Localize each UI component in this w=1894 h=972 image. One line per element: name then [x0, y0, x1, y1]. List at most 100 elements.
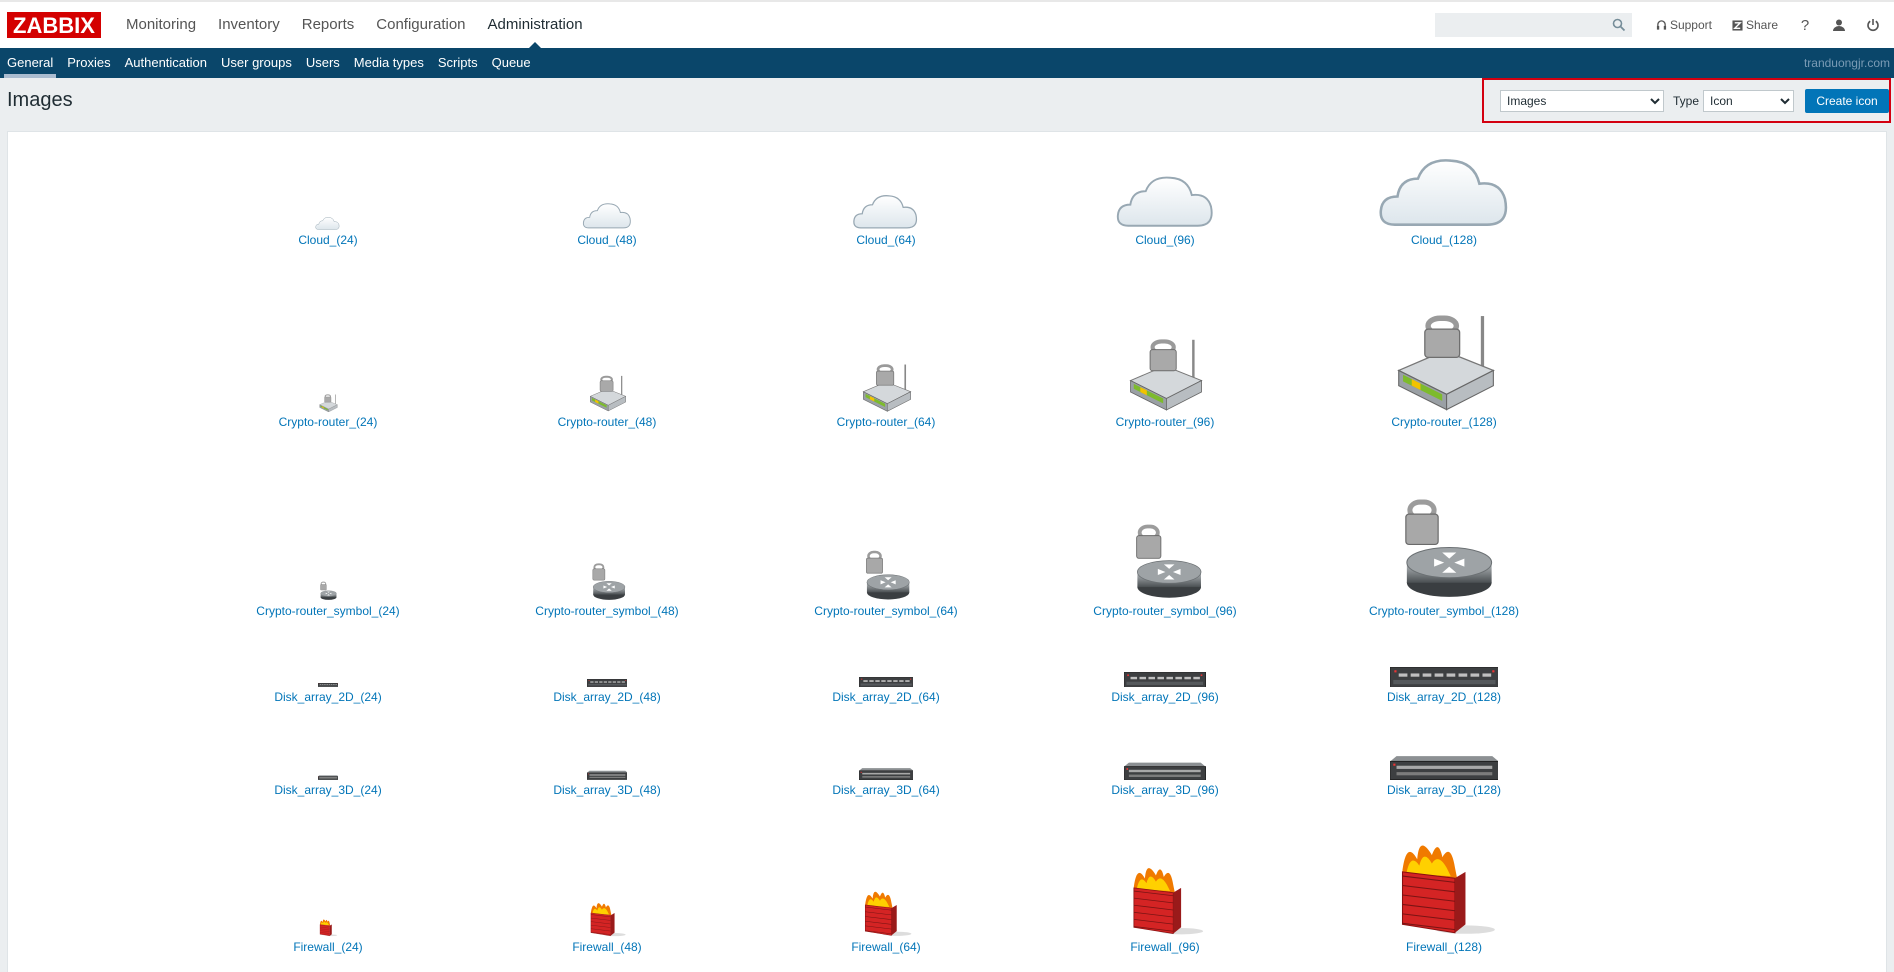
firewall-icon[interactable] — [751, 883, 1021, 937]
image-name-link[interactable]: Crypto-router_(64) — [837, 415, 936, 429]
create-icon-button[interactable]: Create icon — [1805, 88, 1890, 113]
zabbix-logo[interactable]: ZABBIX — [7, 12, 101, 38]
section-select[interactable]: Images — [1500, 89, 1664, 112]
image-name-link[interactable]: Disk_array_3D_(128) — [1387, 783, 1501, 797]
crypto-router-icon[interactable] — [1309, 303, 1579, 412]
firewall-icon[interactable] — [1030, 855, 1300, 937]
support-link[interactable]: Support — [1656, 18, 1712, 32]
crypto-router-symbol-icon[interactable] — [472, 560, 742, 601]
cloud-icon[interactable] — [1030, 148, 1300, 230]
image-name-link[interactable]: Cloud_(128) — [1411, 233, 1477, 247]
image-name-link[interactable]: Disk_array_2D_(64) — [832, 690, 939, 704]
user-profile-icon[interactable] — [1828, 14, 1850, 36]
menu-inventory[interactable]: Inventory — [207, 2, 291, 48]
cloud-icon[interactable] — [1309, 121, 1579, 230]
image-item-disk-array-2d-128: Disk_array_2D_(128) — [1309, 659, 1579, 704]
image-item-cloud-96: Cloud_(96) — [1030, 148, 1300, 247]
image-name-link[interactable]: Crypto-router_(24) — [279, 415, 378, 429]
image-name-link[interactable]: Disk_array_2D_(48) — [553, 690, 660, 704]
image-item-crypto-router-symbol-96: Crypto-router_symbol_(96) — [1030, 519, 1300, 618]
share-icon — [1732, 19, 1743, 31]
header-tools: Support Share ? — [1434, 2, 1894, 48]
crypto-router-symbol-icon[interactable] — [1309, 492, 1579, 601]
firewall-icon[interactable] — [1309, 828, 1579, 937]
help-icon[interactable]: ? — [1794, 14, 1816, 36]
image-name-link[interactable]: Cloud_(48) — [577, 233, 636, 247]
top-header: ZABBIX Monitoring Inventory Reports Conf… — [0, 0, 1894, 48]
firewall-icon[interactable] — [193, 917, 463, 937]
image-name-link[interactable]: Crypto-router_symbol_(24) — [256, 604, 399, 618]
sub-menu-queue[interactable]: Queue — [485, 48, 538, 78]
sign-out-icon[interactable] — [1862, 14, 1884, 36]
disk-array-3d-icon[interactable] — [193, 775, 463, 780]
image-name-link[interactable]: Crypto-router_symbol_(128) — [1369, 604, 1519, 618]
cloud-icon[interactable] — [751, 176, 1021, 230]
image-name-link[interactable]: Firewall_(64) — [851, 940, 920, 954]
disk-array-2d-icon[interactable] — [751, 673, 1021, 687]
image-item-disk-array-2d-24: Disk_array_2D_(24) — [193, 682, 463, 704]
sub-menu-authentication[interactable]: Authentication — [118, 48, 214, 78]
image-name-link[interactable]: Firewall_(128) — [1406, 940, 1482, 954]
cloud-icon[interactable] — [193, 210, 463, 230]
crypto-router-icon[interactable] — [751, 358, 1021, 412]
menu-configuration[interactable]: Configuration — [365, 2, 476, 48]
image-name-link[interactable]: Disk_array_2D_(24) — [274, 690, 381, 704]
crypto-router-icon[interactable] — [193, 392, 463, 412]
image-name-link[interactable]: Cloud_(24) — [298, 233, 357, 247]
image-item-cloud-48: Cloud_(48) — [472, 189, 742, 247]
image-item-crypto-router-64: Crypto-router_(64) — [751, 358, 1021, 429]
image-item-crypto-router-symbol-48: Crypto-router_symbol_(48) — [472, 560, 742, 618]
image-name-link[interactable]: Crypto-router_symbol_(96) — [1093, 604, 1236, 618]
sub-menu-general[interactable]: General — [0, 48, 60, 78]
image-name-link[interactable]: Disk_array_3D_(24) — [274, 783, 381, 797]
image-name-link[interactable]: Cloud_(64) — [856, 233, 915, 247]
image-name-link[interactable]: Crypto-router_symbol_(64) — [814, 604, 957, 618]
disk-array-3d-icon[interactable] — [1309, 752, 1579, 780]
disk-array-2d-icon[interactable] — [1030, 666, 1300, 687]
cloud-icon[interactable] — [472, 189, 742, 230]
crypto-router-symbol-icon[interactable] — [193, 581, 463, 601]
image-name-link[interactable]: Disk_array_3D_(64) — [832, 783, 939, 797]
image-name-link[interactable]: Crypto-router_symbol_(48) — [535, 604, 678, 618]
menu-administration[interactable]: Administration — [477, 2, 594, 48]
sub-menu-media-types[interactable]: Media types — [347, 48, 431, 78]
disk-array-3d-icon[interactable] — [751, 766, 1021, 780]
image-name-link[interactable]: Cloud_(96) — [1135, 233, 1194, 247]
image-name-link[interactable]: Firewall_(24) — [293, 940, 362, 954]
share-link[interactable]: Share — [1732, 18, 1778, 32]
image-name-link[interactable]: Firewall_(48) — [572, 940, 641, 954]
disk-array-3d-icon[interactable] — [1030, 759, 1300, 780]
image-name-link[interactable]: Disk_array_2D_(96) — [1111, 690, 1218, 704]
sub-menu-scripts[interactable]: Scripts — [431, 48, 485, 78]
crypto-router-icon[interactable] — [1030, 330, 1300, 412]
sub-menu-proxies[interactable]: Proxies — [60, 48, 117, 78]
menu-monitoring[interactable]: Monitoring — [115, 2, 207, 48]
image-name-link[interactable]: Disk_array_2D_(128) — [1387, 690, 1501, 704]
type-select[interactable]: Icon — [1703, 89, 1795, 112]
image-name-link[interactable]: Crypto-router_(128) — [1391, 415, 1496, 429]
disk-array-2d-icon[interactable] — [193, 682, 463, 687]
menu-reports[interactable]: Reports — [291, 2, 366, 48]
image-item-crypto-router-symbol-24: Crypto-router_symbol_(24) — [193, 581, 463, 618]
disk-array-2d-icon[interactable] — [472, 676, 742, 687]
main-menu: Monitoring Inventory Reports Configurati… — [115, 2, 594, 48]
search-icon[interactable] — [1612, 18, 1626, 32]
disk-array-3d-icon[interactable] — [472, 769, 742, 780]
image-item-cloud-64: Cloud_(64) — [751, 176, 1021, 247]
image-name-link[interactable]: Firewall_(96) — [1130, 940, 1199, 954]
crypto-router-symbol-icon[interactable] — [751, 547, 1021, 601]
admin-sub-menu: General Proxies Authentication User grou… — [0, 48, 1894, 78]
image-name-link[interactable]: Crypto-router_(48) — [558, 415, 657, 429]
image-name-link[interactable]: Disk_array_3D_(48) — [553, 783, 660, 797]
image-name-link[interactable]: Crypto-router_(96) — [1116, 415, 1215, 429]
crypto-router-icon[interactable] — [472, 371, 742, 412]
image-item-firewall-24: Firewall_(24) — [193, 917, 463, 954]
sub-menu-user-groups[interactable]: User groups — [214, 48, 299, 78]
sub-menu-users[interactable]: Users — [299, 48, 347, 78]
firewall-icon[interactable] — [472, 896, 742, 937]
crypto-router-symbol-icon[interactable] — [1030, 519, 1300, 601]
disk-array-2d-icon[interactable] — [1309, 659, 1579, 687]
image-item-disk-array-3d-24: Disk_array_3D_(24) — [193, 775, 463, 797]
search-input[interactable] — [1435, 14, 1631, 36]
image-name-link[interactable]: Disk_array_3D_(96) — [1111, 783, 1218, 797]
